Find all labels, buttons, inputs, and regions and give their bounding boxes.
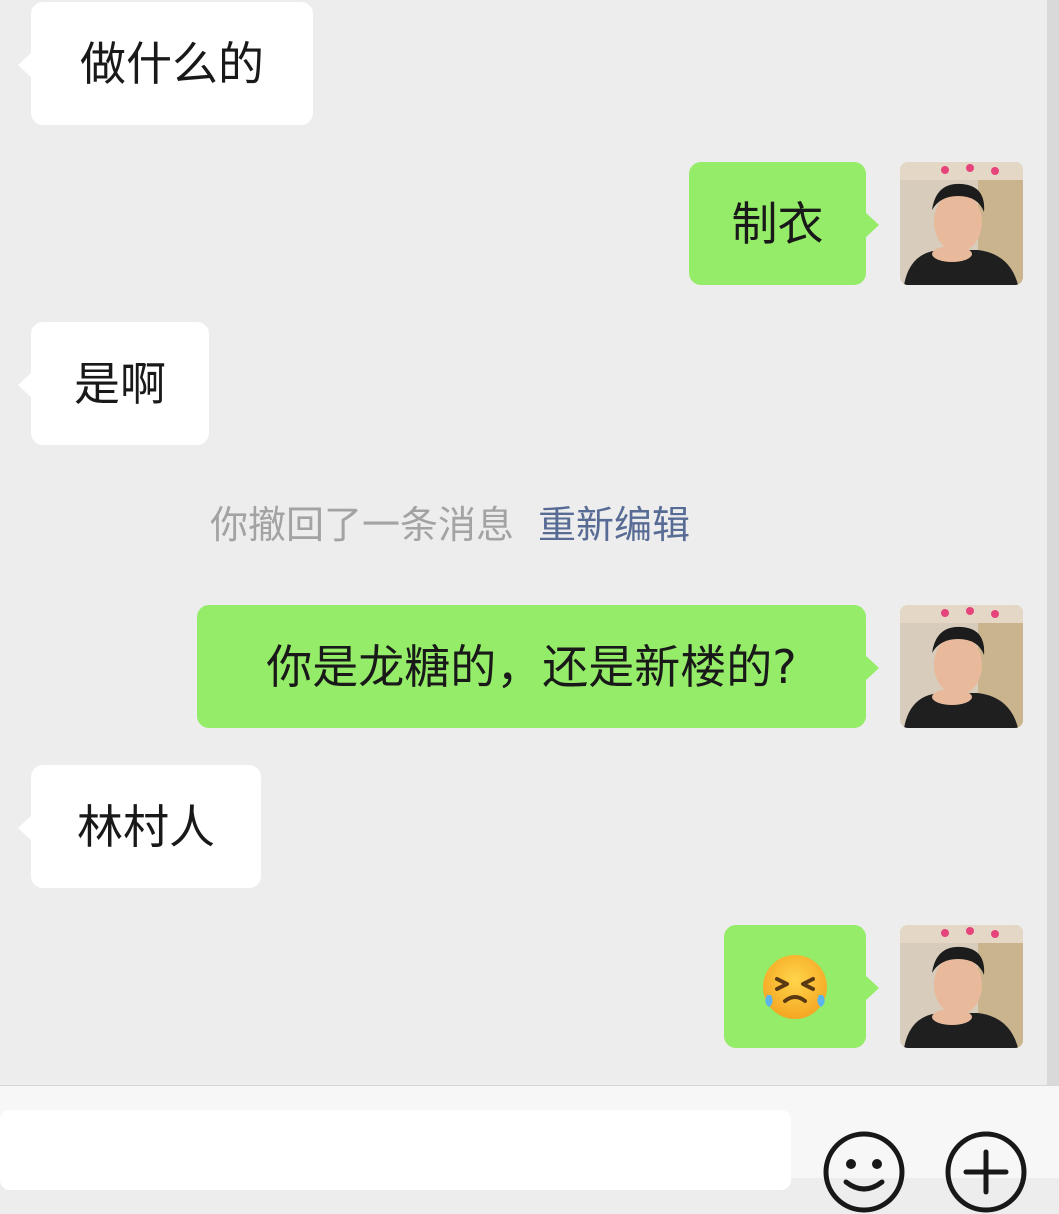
message-input[interactable] [0,1110,791,1190]
plus-circle-icon[interactable] [944,1130,1028,1214]
re-edit-link[interactable]: 重新编辑 [538,503,690,547]
chat-input-bar [0,1085,1059,1213]
outgoing-message-bubble[interactable] [724,925,879,1048]
recalled-message-notice: 你撤回了一条消息 重新编辑 [0,500,900,550]
message-text: 是啊 [74,356,166,411]
message-text: 你是龙糖的，还是新楼的? [266,639,797,694]
avatar[interactable] [900,925,1023,1048]
message-text: 林村人 [77,799,215,854]
user-avatar-photo [900,925,1023,1048]
smiley-icon[interactable] [822,1130,906,1214]
incoming-message-bubble[interactable]: 林村人 [18,765,261,888]
message-text: 做什么的 [80,36,264,91]
avatar[interactable] [900,162,1023,285]
avatar[interactable] [900,605,1023,728]
recalled-notice-text: 你撤回了一条消息 [209,503,514,547]
incoming-message-bubble[interactable]: 是啊 [18,322,209,445]
grinning-squinting-tears-emoji [763,954,827,1019]
outgoing-message-bubble[interactable]: 制衣 [689,162,879,285]
scrollbar[interactable] [1047,0,1059,1085]
incoming-message-bubble[interactable]: 做什么的 [18,2,313,125]
user-avatar-photo [900,162,1023,285]
user-avatar-photo [900,605,1023,728]
outgoing-message-bubble[interactable]: 你是龙糖的，还是新楼的? [197,605,879,728]
message-text: 制衣 [731,196,824,251]
